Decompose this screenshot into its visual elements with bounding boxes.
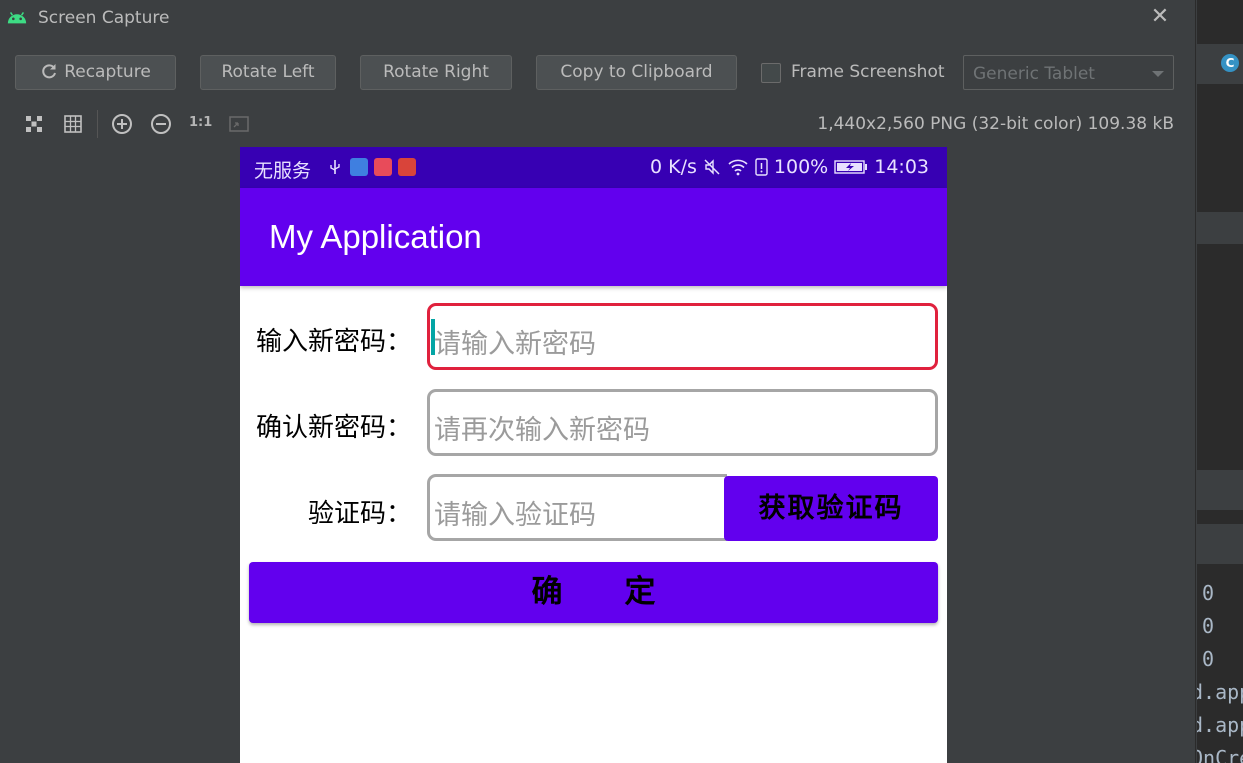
recapture-label: Recapture	[64, 62, 151, 82]
console-line: OnCre	[1197, 746, 1243, 763]
grid-icon[interactable]	[62, 113, 84, 135]
android-icon	[7, 12, 27, 24]
carrier-text: 无服务	[254, 160, 312, 182]
fit-screen-icon[interactable]	[23, 113, 45, 135]
actual-size-button[interactable]: 1:1	[189, 115, 212, 130]
screenshot-preview: 无服务 0 K/s 100% 14:03 My Application 输入新密…	[240, 147, 947, 763]
get-code-button[interactable]: 获取验证码	[724, 476, 938, 541]
console-line: 0	[1202, 647, 1215, 671]
app-title: My Application	[269, 218, 482, 255]
new-password-label: 输入新密码：	[255, 327, 412, 357]
copy-to-clipboard-button[interactable]: Copy to Clipboard	[536, 55, 737, 90]
confirm-password-label: 确认新密码：	[255, 413, 412, 443]
location-notification-icon	[374, 158, 392, 176]
title-bar: Screen Capture ✕	[0, 0, 1196, 38]
zoom-in-icon[interactable]	[111, 113, 133, 135]
battery-percent: 100%	[773, 156, 829, 178]
network-speed: 0 K/s	[650, 156, 697, 178]
close-button[interactable]: ✕	[1148, 4, 1172, 30]
rotate-left-button[interactable]: Rotate Left	[200, 55, 336, 90]
console-line: d.app	[1197, 713, 1243, 737]
confirm-password-input[interactable]: 请再次输入新密码	[427, 389, 938, 456]
frame-screenshot-checkbox[interactable]	[761, 63, 781, 83]
screen-capture-dialog: Screen Capture ✕ Recapture Rotate Left R…	[0, 0, 1196, 763]
ide-panel-header	[1197, 212, 1243, 244]
zoom-out-icon[interactable]	[150, 113, 172, 135]
confirm-button[interactable]: 确 定	[249, 562, 938, 623]
verification-code-input[interactable]: 请输入验证码	[427, 474, 727, 541]
console-line: 0	[1202, 614, 1215, 638]
battery-charging-icon	[834, 160, 868, 174]
ide-panel-header-3	[1197, 524, 1243, 564]
book-notification-icon	[398, 158, 416, 176]
usb-icon	[330, 160, 340, 174]
refresh-icon	[42, 64, 57, 79]
verification-code-label: 验证码：	[307, 499, 412, 529]
window-title: Screen Capture	[38, 8, 170, 28]
new-password-input[interactable]: 请输入新密码	[427, 303, 938, 370]
device-frame-select[interactable]: Generic Tablet	[963, 55, 1174, 90]
confirm-password-placeholder: 请再次输入新密码	[434, 415, 650, 446]
fit-window-icon[interactable]	[228, 113, 250, 135]
sim-info-icon	[755, 158, 768, 176]
console-line: 0	[1202, 581, 1215, 605]
mute-icon	[704, 159, 720, 175]
class-file-icon: C	[1221, 54, 1239, 72]
rotate-right-button[interactable]: Rotate Right	[360, 55, 512, 90]
console-line: d.app	[1197, 680, 1243, 704]
app-notification-icon	[350, 158, 368, 176]
chevron-down-icon	[1152, 71, 1164, 77]
recapture-button[interactable]: Recapture	[15, 55, 176, 90]
app-bar: My Application	[240, 188, 947, 286]
frame-screenshot-label[interactable]: Frame Screenshot	[791, 62, 945, 82]
status-time: 14:03	[874, 156, 929, 178]
toolbar-divider	[97, 110, 98, 138]
wifi-icon	[728, 159, 748, 176]
new-password-placeholder: 请输入新密码	[434, 329, 596, 360]
verification-code-placeholder: 请输入验证码	[434, 500, 596, 531]
ide-background: C 0 0 0 d.app d.app OnCre	[1197, 0, 1243, 763]
image-info: 1,440x2,560 PNG (32-bit color) 109.38 kB	[817, 114, 1174, 134]
phone-status-bar: 无服务 0 K/s 100% 14:03	[240, 147, 947, 188]
device-frame-value: Generic Tablet	[973, 64, 1095, 84]
ide-panel-header-2	[1197, 470, 1243, 510]
